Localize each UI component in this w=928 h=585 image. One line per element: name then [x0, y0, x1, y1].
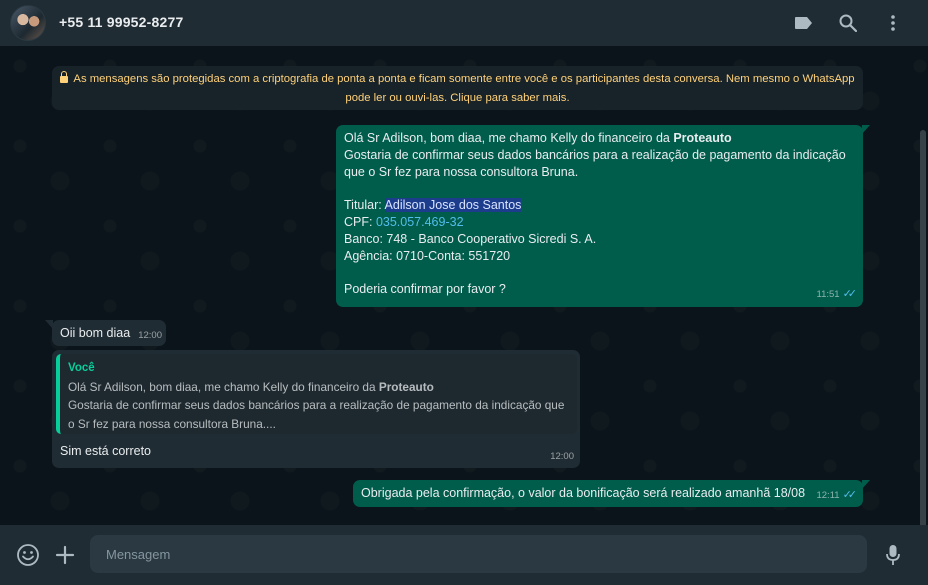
menu-dots-icon[interactable]	[882, 12, 904, 34]
message-text: Gostaria de confirmar seus dados bancári…	[344, 148, 846, 162]
chat-scrollbar[interactable]	[920, 130, 926, 525]
bubble-tail	[862, 125, 870, 134]
quoted-message[interactable]: Você Olá Sr Adilson, bom diaa, me chamo …	[56, 354, 577, 434]
cpf-label: CPF:	[344, 215, 376, 229]
titular-label: Titular:	[344, 198, 385, 212]
microphone-icon[interactable]	[880, 542, 906, 568]
message-body: Olá Sr Adilson, bom diaa, me chamo Kelly…	[344, 130, 854, 298]
message-time: 12:11	[816, 490, 840, 501]
emoji-icon[interactable]	[15, 542, 41, 568]
message-input[interactable]	[90, 535, 867, 573]
bank-info: Banco: 748 - Banco Cooperativo Sicredi S…	[344, 232, 597, 246]
quote-text: Gostaria de confirmar seus dados bancári…	[68, 398, 565, 412]
lock-icon	[60, 71, 69, 83]
message-incoming[interactable]: Oii bom diaa 12:00	[45, 320, 166, 346]
quote-text: Olá Sr Adilson, bom diaa, me chamo Kelly…	[68, 379, 379, 394]
encryption-notice[interactable]: As mensagens são protegidas com a cripto…	[52, 66, 863, 110]
message-outgoing[interactable]: Obrigada pela confirmação, o valor da bo…	[353, 480, 870, 507]
chat-header: +55 11 99952-8277	[0, 0, 928, 46]
account-info: Agência: 0710-Conta: 551720	[344, 249, 511, 263]
message-text: Olá Sr Adilson, bom diaa, me chamo Kelly…	[344, 131, 674, 145]
message-text: Sim está correto	[60, 444, 152, 458]
cpf-link[interactable]: 035.057.469-32	[376, 215, 464, 229]
bubble-tail	[862, 480, 870, 489]
message-incoming-reply[interactable]: Você Olá Sr Adilson, bom diaa, me chamo …	[52, 350, 580, 468]
message-time: 12:00	[138, 330, 162, 341]
double-check-icon: ✓✓	[842, 288, 858, 300]
message-meta: 11:51 ✓✓	[816, 286, 857, 303]
message-text: Oii bom diaa	[60, 326, 131, 340]
double-check-icon: ✓✓	[842, 489, 858, 501]
search-icon[interactable]	[837, 12, 859, 34]
message-text: Obrigada pela confirmação, o valor da bo…	[361, 486, 806, 500]
contact-name[interactable]: +55 11 99952-8277	[59, 14, 183, 30]
chat-area[interactable]: As mensagens são protegidas com a cripto…	[0, 46, 928, 525]
quote-author: Você	[68, 362, 95, 374]
composer-bar	[0, 525, 928, 585]
company-name: Proteauto	[673, 131, 732, 145]
encryption-notice-line2: pode ler ou ouvi-las. Clique para saber …	[345, 92, 570, 104]
bubble-tail	[45, 320, 53, 329]
message-time: 11:51	[816, 289, 840, 300]
message-outgoing[interactable]: Olá Sr Adilson, bom diaa, me chamo Kelly…	[336, 125, 870, 307]
titular-value: Adilson Jose dos Santos	[384, 198, 522, 212]
attach-plus-icon[interactable]	[52, 542, 78, 568]
quote-company-name: Proteauto	[378, 379, 434, 394]
contact-avatar[interactable]	[10, 5, 46, 41]
message-text: Poderia confirmar por favor ?	[344, 282, 506, 296]
message-text: que o Sr fez para nossa consultora Bruna…	[344, 165, 579, 179]
message-meta: 12:11 ✓✓	[816, 487, 857, 504]
quote-text: o Sr fez para nossa consultora Bruna....	[68, 416, 276, 431]
encryption-notice-line1: As mensagens são protegidas com a cripto…	[73, 73, 855, 85]
message-time: 12:00	[550, 451, 574, 462]
label-icon[interactable]	[793, 12, 815, 34]
